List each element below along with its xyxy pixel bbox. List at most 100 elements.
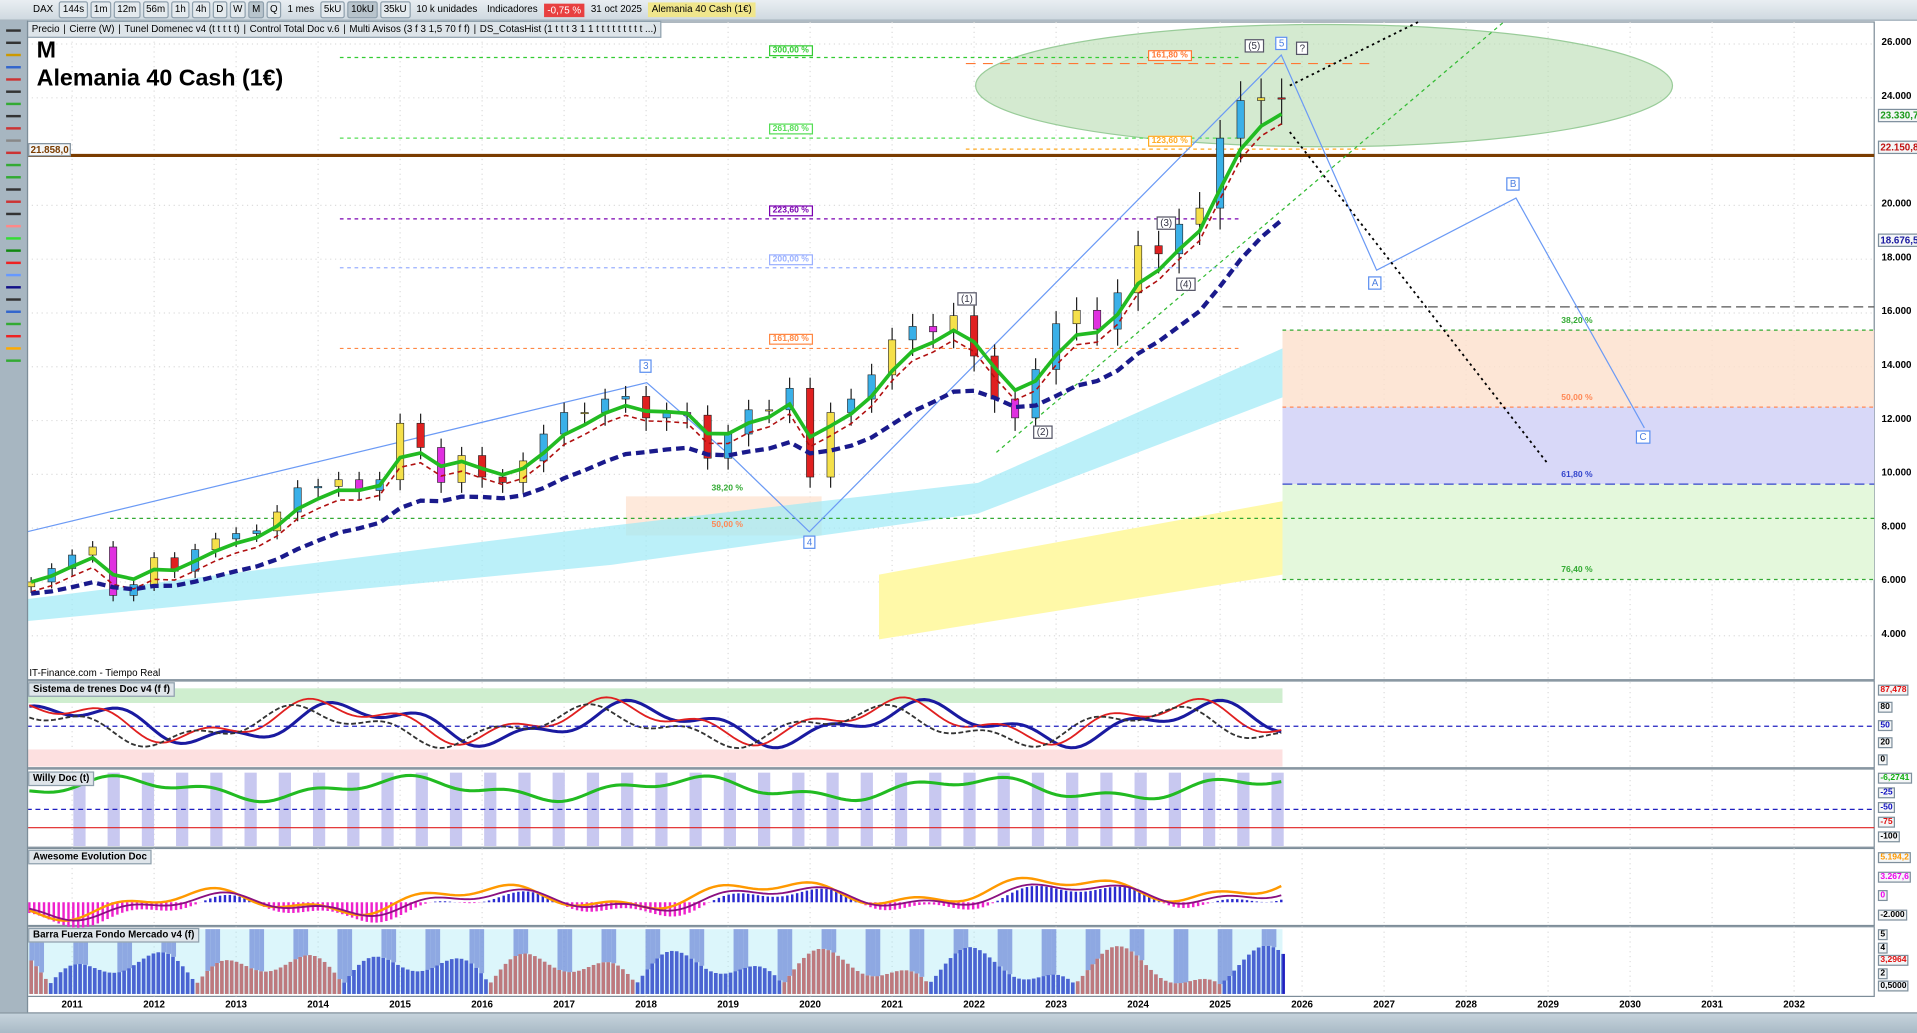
units-select[interactable]: 10 k unidades (413, 2, 481, 17)
unit-5ku[interactable]: 5kU (320, 1, 345, 19)
year-tick-label: 2029 (1537, 998, 1559, 1010)
date-label: 31 oct 2025 (590, 3, 642, 15)
pane-axis-label: -50 (1877, 802, 1896, 814)
fib-right-50: 50,00 % (1561, 393, 1593, 403)
wave-label: A (1368, 276, 1382, 290)
candle (908, 326, 917, 341)
year-tick-label: 2018 (635, 998, 657, 1010)
wave-label: (5) (1244, 39, 1264, 53)
year-tick-label: 2023 (1045, 998, 1067, 1010)
indicator-ds-cotashist[interactable]: DS_CotasHist (1 t t t 3 1 1 t t t t t t … (480, 22, 657, 37)
wave-label: 5 (1275, 36, 1288, 51)
fib-right-38: 38,20 % (1561, 316, 1593, 326)
pane-frame (26, 847, 1875, 927)
year-tick-label: 2024 (1127, 998, 1149, 1010)
timeframe-1h[interactable]: 1h (171, 1, 190, 19)
pane-axis-label: 4 (1877, 941, 1888, 954)
year-tick-label: 2014 (307, 998, 329, 1010)
timeframe-d[interactable]: D (212, 1, 227, 19)
period-select[interactable]: 1 mes (284, 2, 318, 17)
pane-axis-label: 5 (1877, 929, 1888, 941)
timeframe-12m[interactable]: 12m (113, 1, 140, 19)
main-toolbar: DAX 144s 1m 12m 56m 1h 4h D W M Q 1 mes … (0, 0, 1917, 21)
price-marker: 22.150,8 (1877, 140, 1917, 154)
change-badge: -0,75 % (543, 3, 585, 17)
indicator-precio[interactable]: Precio (32, 22, 60, 37)
wave-label: ? (1295, 41, 1309, 56)
year-tick-label: 2017 (553, 998, 575, 1010)
pane-axis-label: -100 (1877, 831, 1900, 843)
candle (621, 396, 630, 400)
pane-frame (26, 768, 1875, 848)
pane-axis-label: 50 (1877, 719, 1893, 731)
pane-axis-label: 2 (1877, 967, 1888, 979)
instrument-title: Alemania 40 Cash (1€) (36, 66, 284, 92)
indicator-control-total[interactable]: Control Total Doc v.6 (250, 22, 340, 37)
price-tick-label: 6.000 (1881, 574, 1907, 586)
timeframe-m[interactable]: M (248, 1, 264, 19)
wave-label: (4) (1176, 277, 1196, 291)
candle (1154, 245, 1163, 255)
fib-small-50: 50,00 % (711, 520, 743, 530)
instrument-label: Alemania 40 Cash (1€) (648, 2, 756, 18)
price-marker: 18.676,5 (1877, 233, 1917, 248)
pane-axis-label: 20 (1877, 736, 1893, 748)
wave-label: (2) (1033, 425, 1053, 439)
timeframe-q[interactable]: Q (266, 1, 282, 19)
year-tick-label: 2013 (225, 998, 247, 1010)
fib-small-38: 38,20 % (711, 484, 743, 493)
price-tick-label: 12.000 (1881, 413, 1912, 425)
candle (211, 538, 220, 550)
indicator-bar: Precio | Cierre (W) | Tunel Domenec v4 (t … (26, 20, 662, 38)
pane-axis-label: 80 (1877, 702, 1893, 714)
year-tick-label: 2019 (717, 998, 739, 1010)
year-tick-label: 2032 (1783, 998, 1805, 1010)
bottom-scrollbar[interactable] (0, 1012, 1917, 1033)
candle (560, 412, 569, 435)
year-tick-label: 2015 (389, 998, 411, 1010)
unit-35ku[interactable]: 35kU (380, 1, 411, 19)
fib-label-223: 223,60 % (769, 205, 813, 217)
indicator-cierre[interactable]: Cierre (W) (69, 22, 114, 37)
unit-10ku[interactable]: 10kU (347, 1, 378, 19)
price-tick-label: 4.000 (1881, 628, 1907, 640)
pane-title-barra-fuerza[interactable]: Barra Fuerza Fondo Mercado v4 (f) (28, 927, 200, 943)
pane-axis-label: 0,5000 (1877, 980, 1909, 992)
candle (252, 530, 261, 534)
year-tick-label: 2025 (1209, 998, 1231, 1010)
candle (1236, 100, 1245, 139)
candle (826, 412, 835, 478)
drawing-tools-sidebar[interactable] (0, 20, 29, 1013)
indicator-multi-avisos[interactable]: Multi Avisos (3 f 3 1,5 70 f f) (349, 22, 470, 37)
year-tick-label: 2011 (61, 998, 83, 1010)
year-tick-label: 2021 (881, 998, 903, 1010)
indicators-button[interactable]: Indicadores (483, 2, 541, 17)
symbol-select[interactable]: DAX (29, 2, 56, 17)
candle (1072, 309, 1081, 325)
timeframe-4h[interactable]: 4h (191, 1, 211, 19)
pane-axis-label: 0 (1877, 890, 1888, 902)
pane-title-sistema-trenes[interactable]: Sistema de trenes Doc v4 (f f) (28, 682, 175, 697)
timeframe-1m[interactable]: 1m (90, 1, 112, 19)
pane-axis-label: 87,478 (1877, 684, 1909, 696)
pane-title-awesome[interactable]: Awesome Evolution Doc (28, 849, 152, 865)
candle (519, 460, 528, 483)
price-chart[interactable] (0, 0, 1917, 1032)
timeframe-56m[interactable]: 56m (142, 1, 169, 19)
candle (929, 326, 938, 333)
candle (498, 476, 507, 483)
price-tick-label: 10.000 (1881, 467, 1912, 479)
fib-label-261: 261,80 % (769, 123, 813, 135)
candle (88, 546, 97, 556)
year-tick-label: 2026 (1291, 998, 1313, 1010)
fib-right-61: 61,80 % (1561, 470, 1593, 480)
pane-title-willy[interactable]: Willy Doc (t) (28, 771, 95, 787)
timeframe-144s[interactable]: 144s (59, 1, 88, 19)
fib-right-76: 76,40 % (1561, 566, 1593, 575)
timeframe-w[interactable]: W (229, 1, 247, 19)
candle (232, 533, 241, 540)
year-tick-label: 2012 (143, 998, 166, 1010)
indicator-tunel[interactable]: Tunel Domenec v4 (t t t t t) (124, 22, 239, 37)
price-tick-label: 16.000 (1881, 305, 1912, 317)
price-tick-label: 20.000 (1881, 198, 1912, 210)
